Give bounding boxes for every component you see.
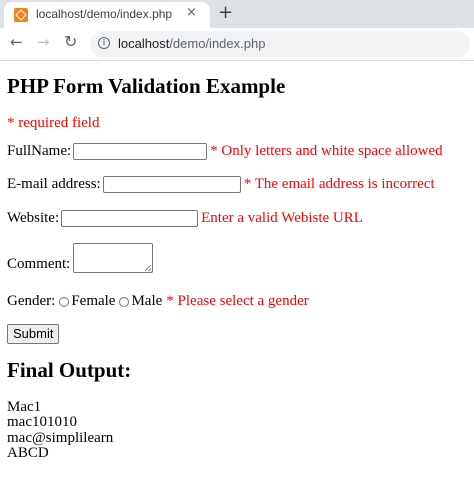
resize-grip-icon[interactable] xyxy=(145,265,152,271)
output-line-comment: ABCD xyxy=(7,445,49,461)
fullname-input[interactable] xyxy=(73,143,208,160)
gender-female-label[interactable]: Female xyxy=(71,293,115,310)
output-line-phone: mac101010 xyxy=(7,414,77,430)
fullname-label: FullName: xyxy=(7,143,72,159)
email-label: E-mail address: xyxy=(7,176,101,192)
gender-female-radio[interactable] xyxy=(59,296,70,307)
comment-label: Comment: xyxy=(7,256,71,272)
address-bar[interactable]: i localhost/demo/index.php xyxy=(90,31,470,57)
forward-arrow-icon[interactable]: → xyxy=(37,33,50,51)
gender-male-radio[interactable] xyxy=(119,296,130,307)
plus-icon[interactable]: + xyxy=(218,2,233,23)
url-host: localhost xyxy=(118,36,170,51)
required-note: * required field xyxy=(7,115,100,131)
comment-textarea[interactable] xyxy=(73,243,154,273)
reload-icon[interactable]: ↻ xyxy=(64,32,77,51)
website-row: Website: Enter a valid Webiste URL xyxy=(7,210,363,227)
page-title: PHP Form Validation Example xyxy=(7,74,286,98)
website-label: Website: xyxy=(7,210,60,226)
gender-male-label[interactable]: Male xyxy=(131,293,162,310)
gender-error: * Please select a gender xyxy=(166,293,309,309)
browser-toolbar: ← → ↻ i localhost/demo/index.php xyxy=(0,28,474,61)
fullname-error: * Only letters and white space allowed xyxy=(210,143,443,159)
url-text[interactable]: localhost/demo/index.php xyxy=(118,36,265,51)
favicon-icon xyxy=(14,8,28,22)
fullname-row: FullName: * Only letters and white space… xyxy=(7,143,443,160)
info-icon[interactable]: i xyxy=(98,37,110,49)
output-title: Final Output: xyxy=(7,358,132,382)
submit-row: Submit xyxy=(7,324,60,344)
tab-strip: localhost/demo/index.php × + xyxy=(0,0,474,28)
email-input[interactable] xyxy=(102,176,241,193)
url-path: /demo/index.php xyxy=(169,36,266,51)
website-input[interactable] xyxy=(61,210,199,227)
submit-button[interactable]: Submit xyxy=(7,324,60,344)
website-error: Enter a valid Webiste URL xyxy=(201,210,363,226)
close-icon[interactable]: × xyxy=(186,5,197,20)
email-error: * The email address is incorrect xyxy=(243,176,435,192)
tab-title: localhost/demo/index.php xyxy=(36,7,173,21)
back-arrow-icon[interactable]: ← xyxy=(10,33,23,51)
browser-tab[interactable]: localhost/demo/index.php × xyxy=(4,2,210,28)
comment-row: Comment: xyxy=(7,243,154,273)
email-row: E-mail address: * The email address is i… xyxy=(7,176,435,193)
gender-label: Gender: xyxy=(7,293,56,309)
gender-row: Gender: Female Male * Please select a ge… xyxy=(7,293,309,310)
